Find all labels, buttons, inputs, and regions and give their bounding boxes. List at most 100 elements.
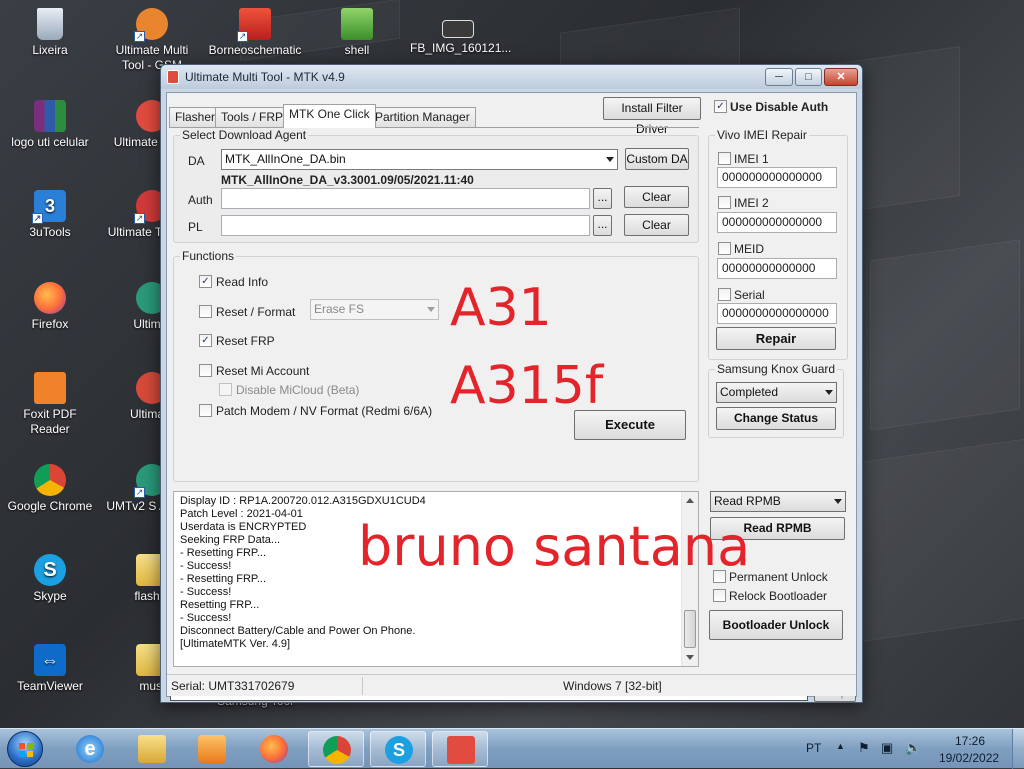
- title-bar[interactable]: Ultimate Multi Tool - MTK v4.9 ─ □ ✕: [161, 65, 862, 89]
- reset-frp-checkbox[interactable]: ✓: [199, 334, 212, 347]
- window-title: Ultimate Multi Tool - MTK v4.9: [185, 70, 345, 84]
- tab-flasher[interactable]: Flasher: [169, 107, 222, 127]
- borneo-icon: ↗: [237, 8, 271, 42]
- pl-clear-button[interactable]: Clear: [624, 214, 689, 236]
- maximize-button[interactable]: □: [795, 68, 822, 86]
- knox-status-select[interactable]: Completed: [716, 382, 837, 403]
- recycle-bin-icon: [37, 8, 63, 40]
- scroll-thumb[interactable]: [684, 610, 696, 648]
- log-line: Patch Level : 2021-04-01: [180, 508, 303, 520]
- log-line: - Success!: [180, 560, 232, 572]
- log-line: [UltimateMTK Ver. 4.9]: [180, 638, 291, 650]
- meid-checkbox[interactable]: [718, 242, 731, 255]
- desktop-icon-logo-uti[interactable]: logo uti celular: [2, 100, 98, 150]
- rpmb-select[interactable]: Read RPMB: [710, 491, 846, 512]
- action-center-icon[interactable]: ⚑: [858, 740, 870, 756]
- internet-explorer-icon: e: [76, 735, 104, 763]
- ultimate-multi-tool-icon: [447, 736, 475, 764]
- taskbar-chrome[interactable]: [308, 731, 364, 767]
- log-line: - Resetting FRP...: [180, 547, 266, 559]
- relock-bootloader-checkbox[interactable]: [713, 589, 726, 602]
- desktop-icon-fb-image[interactable]: FB_IMG_160121...: [410, 8, 511, 56]
- desktop-icon-skype[interactable]: S Skype: [2, 554, 98, 604]
- change-status-button[interactable]: Change Status: [716, 407, 836, 430]
- imei1-checkbox[interactable]: [718, 152, 731, 165]
- taskbar-skype[interactable]: S: [370, 731, 426, 767]
- log-line: Display ID : RP1A.200720.012.A315GDXU1CU…: [180, 495, 426, 507]
- clock-time[interactable]: 17:26: [955, 734, 985, 748]
- meid-input[interactable]: 00000000000000: [717, 258, 837, 279]
- network-icon[interactable]: ▣: [881, 740, 893, 756]
- scroll-up-icon[interactable]: [686, 498, 694, 503]
- tab-mtk-one-click[interactable]: MTK One Click: [283, 104, 376, 128]
- minimize-button[interactable]: ─: [765, 68, 793, 86]
- pl-file-input[interactable]: [221, 215, 590, 236]
- erase-fs-select[interactable]: Erase FS: [310, 299, 439, 320]
- read-info-checkbox[interactable]: ✓: [199, 275, 212, 288]
- start-button[interactable]: [7, 731, 43, 767]
- pl-browse-button[interactable]: ...: [593, 215, 612, 236]
- clock-date[interactable]: 19/02/2022: [939, 751, 999, 765]
- taskbar-media-player[interactable]: [184, 731, 240, 767]
- status-separator: [362, 677, 363, 695]
- bootloader-unlock-button[interactable]: Bootloader Unlock: [709, 610, 843, 640]
- tab-tools-frp[interactable]: Tools / FRP: [215, 107, 290, 127]
- imei1-input[interactable]: 000000000000000: [717, 167, 837, 188]
- auth-label: Auth: [188, 193, 213, 207]
- foxit-pdf-icon: [34, 372, 66, 404]
- chevron-down-icon: [606, 157, 614, 162]
- custom-da-button[interactable]: Custom DA: [625, 148, 689, 170]
- taskbar: e S PT ▲ ⚑ ▣ 🔈 17:26 19/02/2022: [0, 728, 1024, 769]
- download-agent-group-label: Select Download Agent: [180, 128, 309, 142]
- skype-icon: S: [34, 554, 66, 586]
- log-line: Seeking FRP Data...: [180, 534, 281, 546]
- serial-checkbox[interactable]: [718, 288, 731, 301]
- meid-label: MEID: [734, 242, 764, 256]
- desktop-icon-3utools[interactable]: 3 ↗ 3uTools: [2, 190, 98, 240]
- chevron-down-icon: [825, 390, 833, 395]
- language-indicator[interactable]: PT: [806, 741, 821, 755]
- desktop-icon-recycle-bin[interactable]: Lixeira: [2, 8, 98, 58]
- scroll-down-icon[interactable]: [686, 655, 694, 660]
- disable-micloud-checkbox[interactable]: [219, 383, 232, 396]
- repair-button[interactable]: Repair: [716, 327, 836, 350]
- desktop-icon-foxit[interactable]: Foxit PDF Reader: [2, 372, 98, 437]
- imei2-checkbox[interactable]: [718, 196, 731, 209]
- install-filter-driver-button[interactable]: Install Filter Driver: [603, 97, 701, 136]
- desktop-icon-borneoschematic[interactable]: ↗ Borneoschematic: [207, 8, 303, 58]
- reset-mi-account-label: Reset Mi Account: [216, 364, 310, 378]
- desktop-icon-firefox[interactable]: Firefox: [2, 282, 98, 332]
- show-desktop-button[interactable]: [1012, 729, 1024, 769]
- tab-partition-manager[interactable]: Partition Manager: [369, 107, 476, 127]
- reset-format-checkbox[interactable]: [199, 305, 212, 318]
- use-disable-auth-checkbox[interactable]: ✓: [714, 100, 727, 113]
- imei2-input[interactable]: 000000000000000: [717, 212, 837, 233]
- close-button[interactable]: ✕: [824, 68, 858, 86]
- patch-modem-checkbox[interactable]: [199, 404, 212, 417]
- show-hidden-icons-icon[interactable]: ▲: [836, 741, 845, 751]
- windows-logo-icon: [19, 743, 33, 757]
- desktop-icon-chrome[interactable]: Google Chrome: [2, 464, 98, 514]
- auth-clear-button[interactable]: Clear: [624, 186, 689, 208]
- da-select[interactable]: MTK_AllInOne_DA.bin: [221, 149, 618, 170]
- desktop-icon-shell[interactable]: shell: [309, 8, 405, 58]
- auth-browse-button[interactable]: ...: [593, 188, 612, 209]
- auth-file-input[interactable]: [221, 188, 590, 209]
- taskbar-ultimate-multi-tool[interactable]: [432, 731, 488, 767]
- da-version-text: MTK_AllInOne_DA_v3.3001.09/05/2021.11:40: [221, 173, 474, 187]
- reset-format-label: Reset / Format: [216, 305, 296, 319]
- taskbar-internet-explorer[interactable]: e: [62, 731, 118, 767]
- taskbar-firefox[interactable]: [246, 731, 302, 767]
- log-line: Disconnect Battery/Cable and Power On Ph…: [180, 625, 416, 637]
- desktop-icon-teamviewer[interactable]: ⇔ TeamViewer: [2, 644, 98, 694]
- status-os: Windows 7 [32-bit]: [563, 679, 662, 693]
- serial-input[interactable]: 0000000000000000: [717, 303, 837, 324]
- firefox-icon: [34, 282, 66, 314]
- app-icon: [167, 70, 179, 84]
- reset-mi-account-checkbox[interactable]: [199, 364, 212, 377]
- media-player-icon: [198, 735, 226, 763]
- taskbar-file-explorer[interactable]: [124, 731, 180, 767]
- functions-group-label: Functions: [180, 249, 237, 263]
- volume-icon[interactable]: 🔈: [905, 740, 921, 756]
- log-line: - Resetting FRP...: [180, 573, 266, 585]
